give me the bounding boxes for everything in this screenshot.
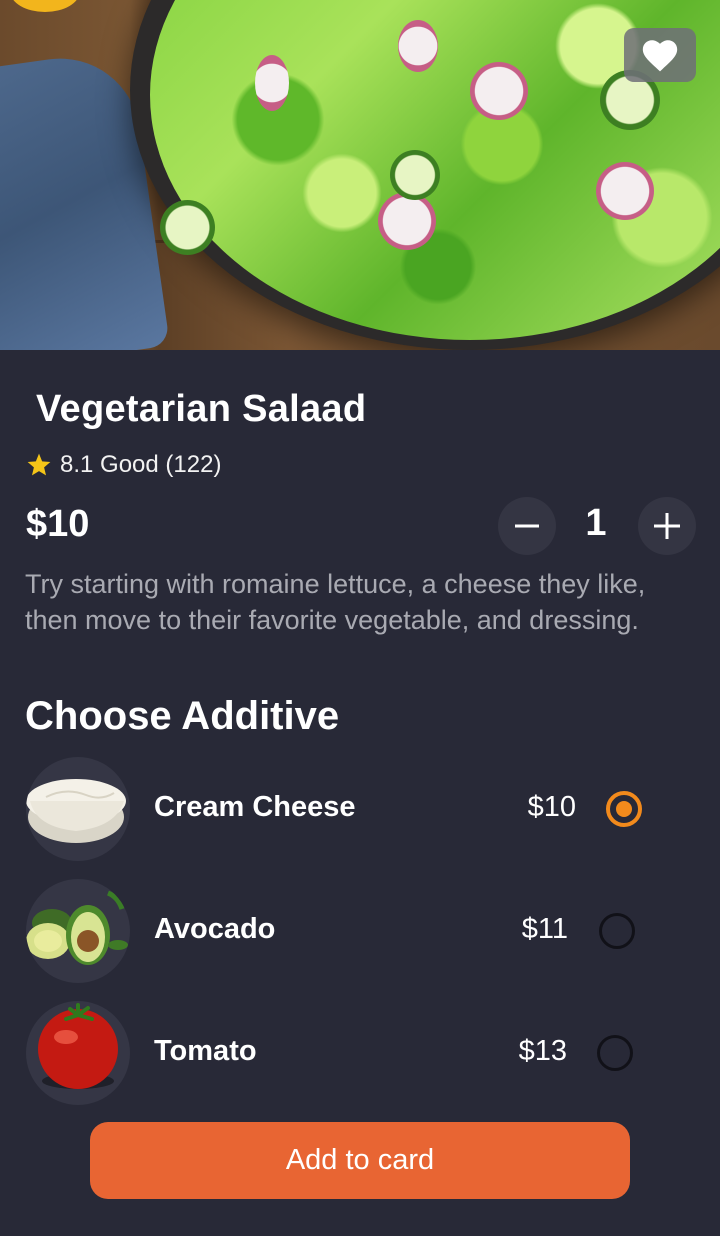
product-rating: 8.1 Good (122) (26, 450, 221, 480)
additive-item-tomato[interactable]: Tomato $13 (0, 1001, 720, 1105)
product-title: Vegetarian Salaad (36, 388, 367, 430)
additive-name: Avocado (154, 913, 276, 945)
cucumber-slice (390, 150, 440, 200)
product-price: $10 (26, 503, 90, 545)
tomato-icon (26, 1001, 130, 1105)
additive-radio[interactable] (599, 913, 635, 949)
product-description: Try starting with romaine lettuce, a che… (25, 569, 646, 635)
product-hero-image (0, 0, 720, 350)
minus-icon (515, 524, 539, 528)
radish-slice (255, 55, 289, 111)
additive-price: $13 (518, 1035, 567, 1067)
radish-slice (378, 192, 436, 250)
additive-name: Tomato (154, 1035, 257, 1067)
additives-heading: Choose Additive (25, 694, 340, 738)
add-to-cart-button[interactable]: Add to card (90, 1122, 630, 1199)
plus-icon (654, 513, 680, 539)
rating-text: 8.1 Good (122) (60, 451, 222, 478)
star-icon (26, 452, 52, 478)
favorite-button[interactable] (624, 28, 696, 82)
lemon-decoration (10, 0, 80, 12)
decrease-quantity-button[interactable] (498, 497, 556, 555)
cucumber-slice (160, 200, 215, 255)
additive-price: $11 (521, 913, 568, 945)
radish-slice (398, 20, 438, 72)
cream-cheese-icon (26, 757, 130, 861)
increase-quantity-button[interactable] (638, 497, 696, 555)
additive-radio-selected[interactable] (606, 791, 642, 827)
additive-name: Cream Cheese (154, 791, 356, 823)
additive-price: $10 (527, 791, 576, 823)
additive-item-cream-cheese[interactable]: Cream Cheese $10 (0, 757, 720, 861)
additive-radio[interactable] (597, 1035, 633, 1071)
heart-icon (642, 40, 678, 72)
radish-slice (596, 162, 654, 220)
quantity-value: 1 (585, 502, 607, 544)
avocado-icon (26, 879, 130, 983)
radish-slice (470, 62, 528, 120)
additive-item-avocado[interactable]: Avocado $11 (0, 879, 720, 983)
